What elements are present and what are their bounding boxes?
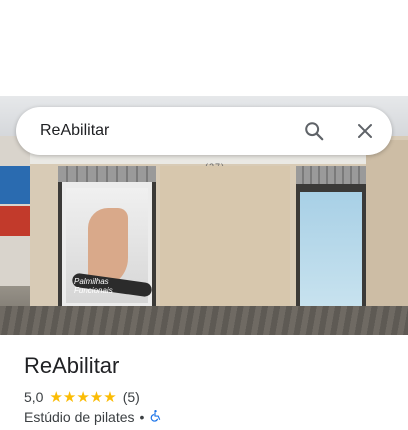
photo-door-shutter	[296, 166, 366, 184]
top-blank-area	[0, 0, 408, 96]
separator-dot: •	[139, 409, 145, 425]
photo-door-glass	[300, 192, 362, 312]
place-title: ReAbilitar	[24, 353, 120, 378]
clear-search-button[interactable]	[353, 119, 377, 143]
category-row: Estúdio de pilates •	[24, 409, 162, 425]
photo-sidewalk	[0, 306, 408, 335]
photo-wall	[160, 166, 290, 316]
search-button[interactable]	[302, 119, 326, 143]
place-category: Estúdio de pilates	[24, 409, 135, 425]
close-icon	[358, 124, 372, 138]
search-icon	[305, 122, 324, 141]
search-bar[interactable]: ReAbilitar	[16, 107, 392, 155]
review-count[interactable]: (5)	[123, 389, 140, 405]
wheelchair-accessible-icon	[149, 409, 162, 425]
photo-shop-window: Palmilhas Funcionais	[58, 166, 156, 311]
photo-right-wall	[366, 140, 408, 320]
photo-window-shutter	[58, 166, 156, 182]
star-rating-icon: ★★★★★	[49, 389, 117, 406]
rating-value: 5,0	[24, 389, 44, 405]
photo-window-caption: Palmilhas Funcionais	[74, 277, 113, 295]
place-info-panel[interactable]: ReAbilitar 5,0 ★★★★★ (5) Estúdio de pila…	[0, 335, 408, 430]
rating-row[interactable]: 5,0 ★★★★★ (5)	[24, 388, 140, 406]
photo-window-poster: Palmilhas Funcionais	[66, 188, 153, 303]
search-input[interactable]: ReAbilitar	[40, 107, 109, 155]
